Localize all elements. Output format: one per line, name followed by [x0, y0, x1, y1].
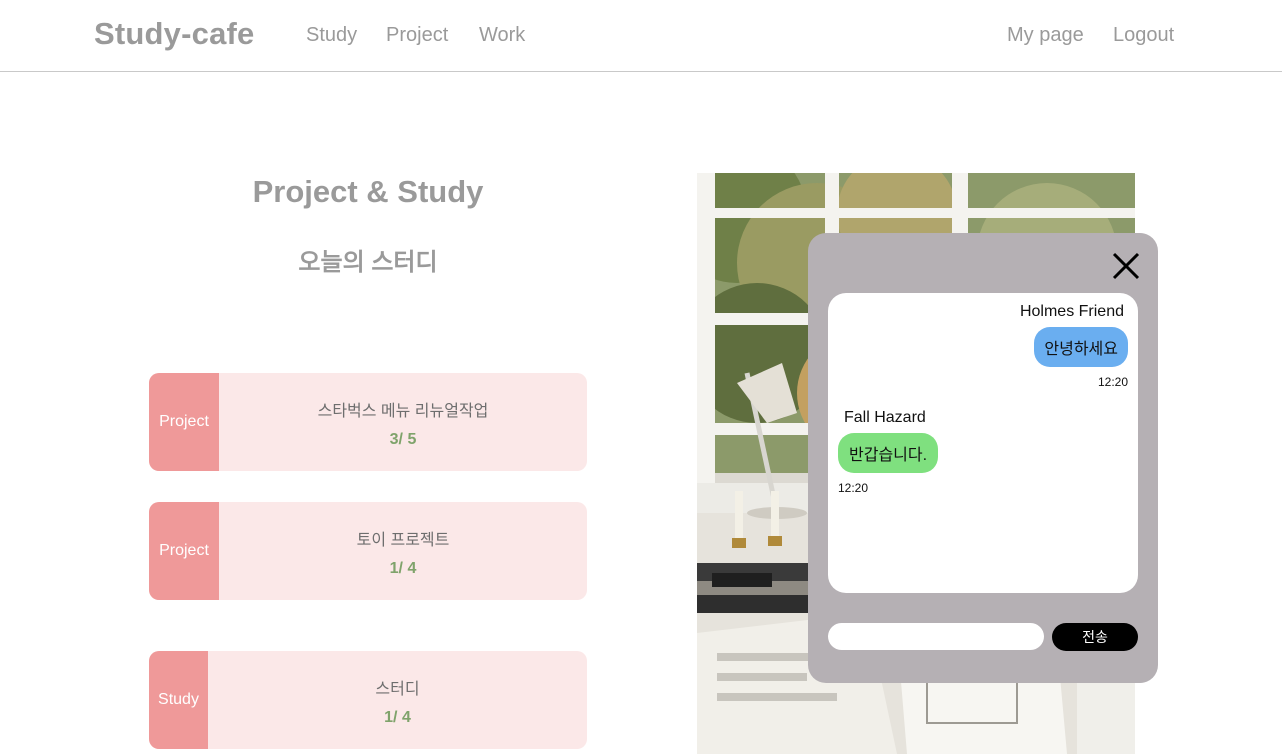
send-button[interactable]: 전송: [1052, 623, 1138, 651]
nav-logout-link[interactable]: Logout: [1113, 24, 1174, 47]
message-sender: Fall Hazard: [844, 409, 926, 426]
card-tag: Study: [149, 651, 208, 749]
nav-work-link[interactable]: Work: [479, 24, 525, 47]
card-body: 스타벅스 메뉴 리뉴얼작업 3/ 5: [219, 373, 587, 471]
chat-message-window: Holmes Friend 안녕하세요 12:20 Fall Hazard 반갑…: [828, 293, 1138, 593]
card-name: 스타벅스 메뉴 리뉴얼작업: [317, 403, 489, 420]
card-member-count: 1/ 4: [384, 709, 411, 726]
card-member-count: 3/ 5: [389, 431, 417, 448]
top-navbar: Study-cafe Study Project Work My page Lo…: [0, 0, 1282, 72]
page-subtitle: 오늘의 스터디: [298, 249, 438, 276]
message-bubble-received: 반갑습니다.: [838, 433, 939, 473]
page-title: Project & Study: [252, 174, 484, 209]
study-card[interactable]: Project 토이 프로젝트 1/ 4: [149, 502, 587, 600]
nav-project-link[interactable]: Project: [386, 24, 448, 47]
study-card[interactable]: Project 스타벅스 메뉴 리뉴얼작업 3/ 5: [149, 373, 587, 471]
message-time: 12:20: [838, 481, 869, 495]
chat-message-input[interactable]: [828, 623, 1044, 650]
card-body: 스터디 1/ 4: [208, 651, 587, 749]
message-bubble-sent: 안녕하세요: [1034, 327, 1128, 367]
message-sender: Holmes Friend: [1019, 303, 1124, 320]
message-time: 12:20: [1097, 375, 1128, 389]
brand-logo-link[interactable]: Study-cafe: [94, 16, 254, 52]
card-tag: Project: [149, 502, 219, 600]
close-icon[interactable]: [1110, 250, 1142, 282]
chat-popup: Holmes Friend 안녕하세요 12:20 Fall Hazard 반갑…: [808, 233, 1158, 683]
card-body: 토이 프로젝트 1/ 4: [219, 502, 587, 600]
card-name: 스터디: [375, 681, 420, 698]
card-member-count: 1/ 4: [389, 560, 417, 577]
card-tag: Project: [149, 373, 219, 471]
nav-mypage-link[interactable]: My page: [1007, 24, 1084, 47]
nav-study-link[interactable]: Study: [306, 24, 357, 47]
study-card[interactable]: Study 스터디 1/ 4: [149, 651, 587, 749]
card-name: 토이 프로젝트: [356, 532, 450, 549]
